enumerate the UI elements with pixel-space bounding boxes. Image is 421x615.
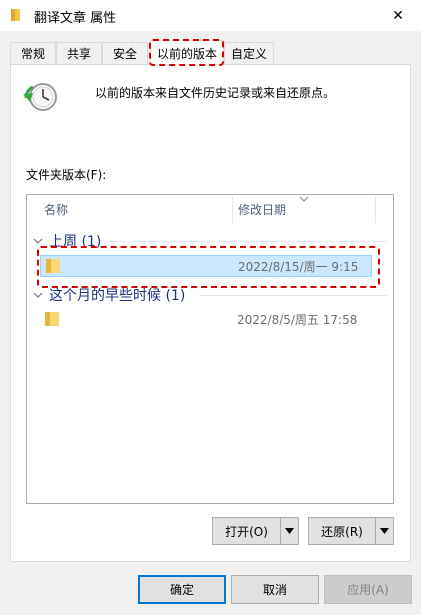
window-title: 翻译文章 属性 xyxy=(34,11,117,26)
caret-down-icon xyxy=(380,528,389,534)
cancel-button[interactable]: 取消 xyxy=(231,575,319,604)
tab-highlight-annotation xyxy=(149,39,224,66)
file-history-icon xyxy=(23,83,57,111)
restore-button[interactable]: 还原(R) xyxy=(309,518,376,544)
tab-security[interactable]: 安全 xyxy=(102,42,148,64)
list-item[interactable]: 2022/8/5/周五 17:58 xyxy=(40,309,372,331)
folder-icon xyxy=(45,312,59,326)
description-text: 以前的版本来自文件历史记录或来自还原点。 xyxy=(95,86,336,100)
column-separator xyxy=(232,197,233,223)
column-separator xyxy=(375,197,376,223)
sort-indicator-icon xyxy=(299,196,309,202)
close-button[interactable]: ✕ xyxy=(375,0,421,31)
caret-down-icon xyxy=(285,528,294,534)
open-button[interactable]: 打开(O) xyxy=(213,518,281,544)
group-divider xyxy=(107,241,387,242)
close-icon: ✕ xyxy=(392,7,404,24)
folder-icon xyxy=(11,9,20,21)
chevron-down-icon xyxy=(33,292,43,298)
open-dropdown[interactable] xyxy=(281,518,298,544)
group-header-label: 这个月的早些时候 (1) xyxy=(49,288,186,304)
ok-button[interactable]: 确定 xyxy=(138,575,226,604)
tab-general[interactable]: 常规 xyxy=(10,42,56,64)
title-bar: 翻译文章 属性 ✕ xyxy=(0,0,421,31)
group-header-earlier-this-month[interactable]: 这个月的早些时候 (1) xyxy=(31,286,185,304)
open-split-button[interactable]: 打开(O) xyxy=(212,517,299,545)
restore-split-button[interactable]: 还原(R) xyxy=(308,517,394,545)
apply-button[interactable]: 应用(A) xyxy=(324,575,412,604)
modified-date: 2022/8/5/周五 17:58 xyxy=(237,313,358,327)
group-divider xyxy=(199,295,387,296)
column-header-modified[interactable]: 修改日期 xyxy=(238,195,286,223)
tab-customize[interactable]: 自定义 xyxy=(224,42,274,64)
column-header-name[interactable]: 名称 xyxy=(44,195,68,223)
restore-dropdown[interactable] xyxy=(376,518,393,544)
versions-list[interactable]: 名称 修改日期 上周 (1) 2022/8/15/周一 9:15 这个月的早些时… xyxy=(26,194,394,504)
folder-versions-label: 文件夹版本(F): xyxy=(26,168,107,182)
tab-sharing[interactable]: 共享 xyxy=(56,42,102,64)
row-highlight-annotation xyxy=(37,246,380,288)
